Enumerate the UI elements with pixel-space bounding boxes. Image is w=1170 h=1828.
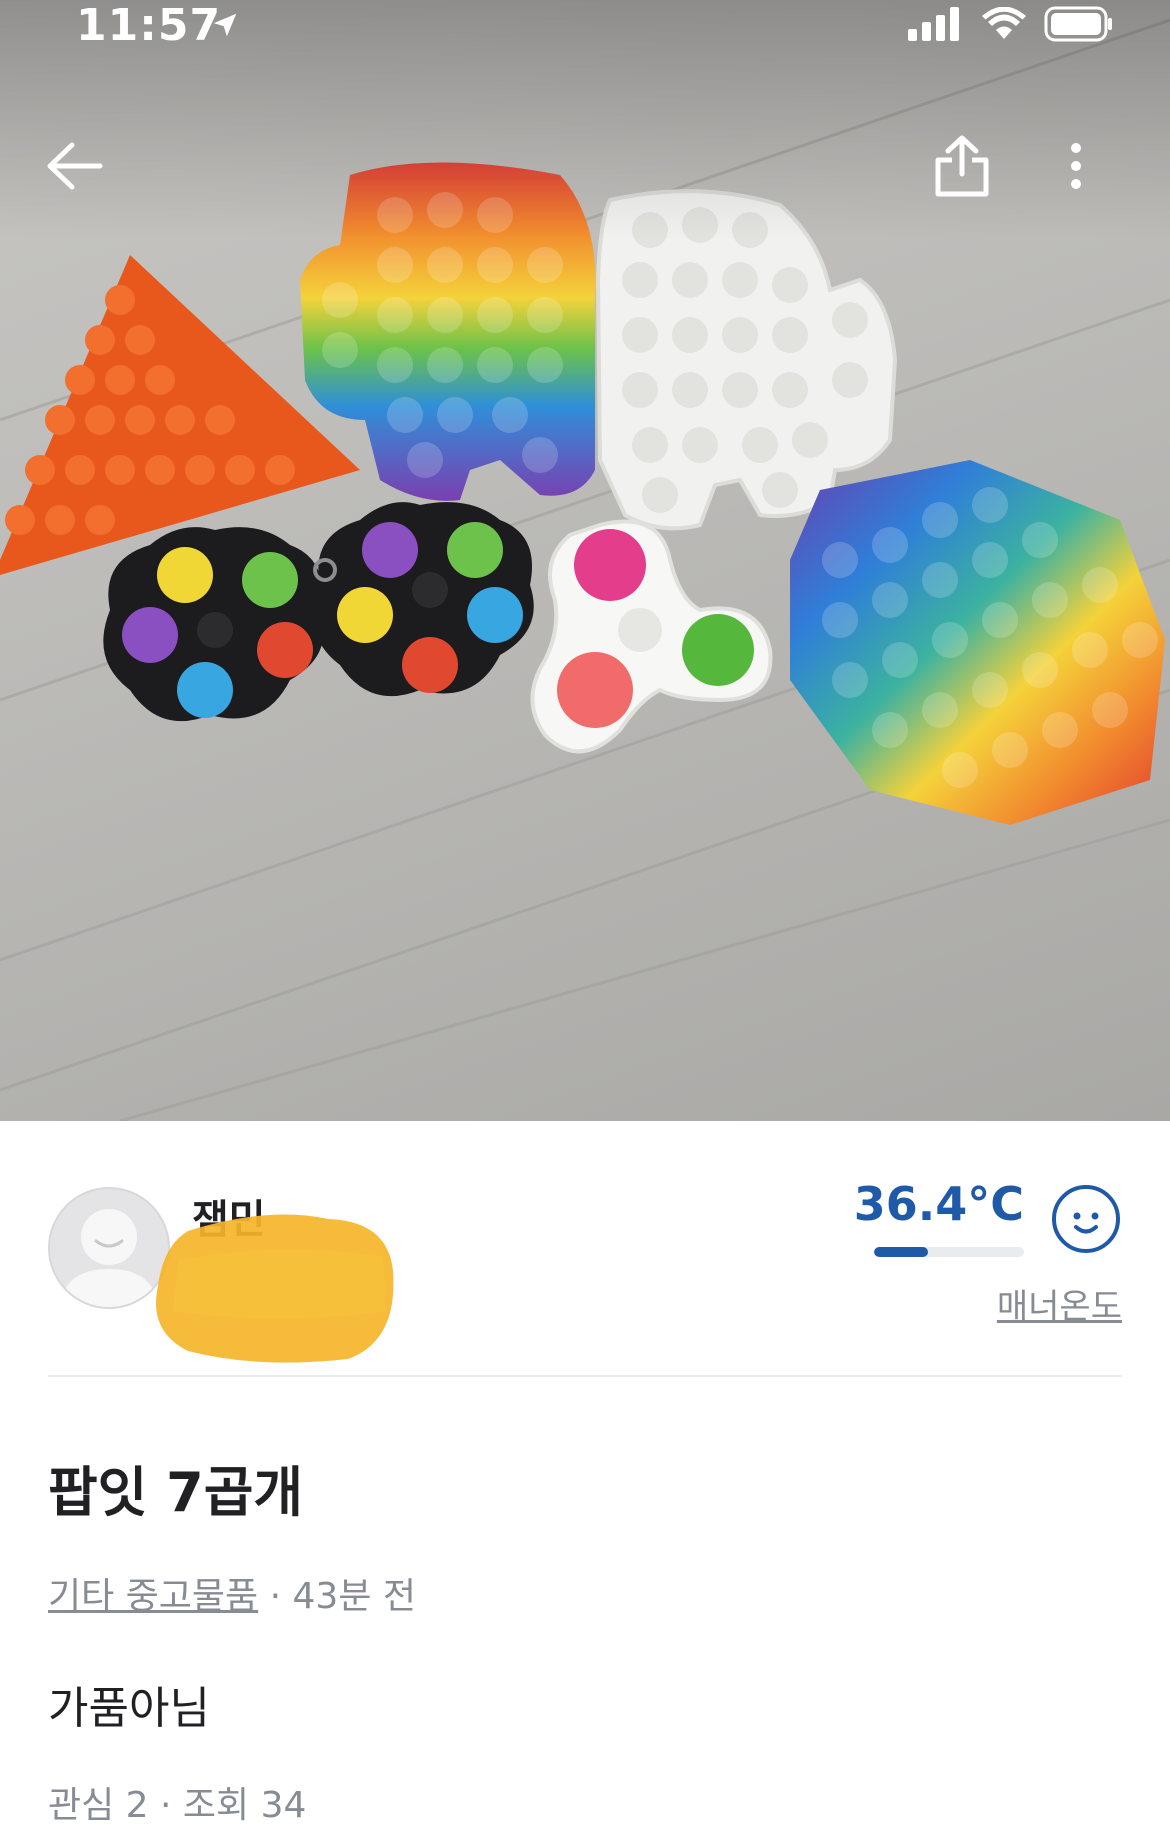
location-arrow-icon <box>210 10 240 44</box>
article-description: 가품아님 <box>48 1683 210 1734</box>
manner-temperature: 36.4°C <box>853 1177 1024 1231</box>
more-options-button[interactable] <box>1036 128 1116 208</box>
status-time: 11:57 <box>76 0 222 51</box>
cellular-signal-icon <box>908 7 964 45</box>
category-link[interactable]: 기타 중고물품 <box>48 1576 258 1617</box>
article-meta: 기타 중고물품 · 43분 전 <box>48 1567 416 1619</box>
article-stats: 관심 2 · 조회 34 <box>48 1785 307 1826</box>
manner-temperature-fill <box>874 1247 928 1257</box>
status-icons <box>908 6 1114 46</box>
manner-temperature-bar <box>874 1247 1024 1257</box>
seller-profile[interactable]: 잼민 36.4°C 매너온도 <box>48 1121 1122 1376</box>
battery-icon <box>1044 6 1114 46</box>
wifi-icon <box>982 6 1026 45</box>
article-title: 팝잇 7곱개 <box>48 1461 304 1524</box>
arrow-left-icon <box>44 141 104 195</box>
posted-time: · 43분 전 <box>269 1576 417 1617</box>
redaction-mark <box>156 1214 394 1363</box>
smiley-face-icon <box>1050 1183 1122 1255</box>
more-vertical-icon <box>1070 143 1082 193</box>
profile-divider <box>48 1375 1122 1377</box>
manner-temperature-link[interactable]: 매너온도 <box>997 1279 1122 1328</box>
share-icon <box>932 134 992 202</box>
share-button[interactable] <box>922 128 1002 208</box>
back-button[interactable] <box>34 128 114 208</box>
